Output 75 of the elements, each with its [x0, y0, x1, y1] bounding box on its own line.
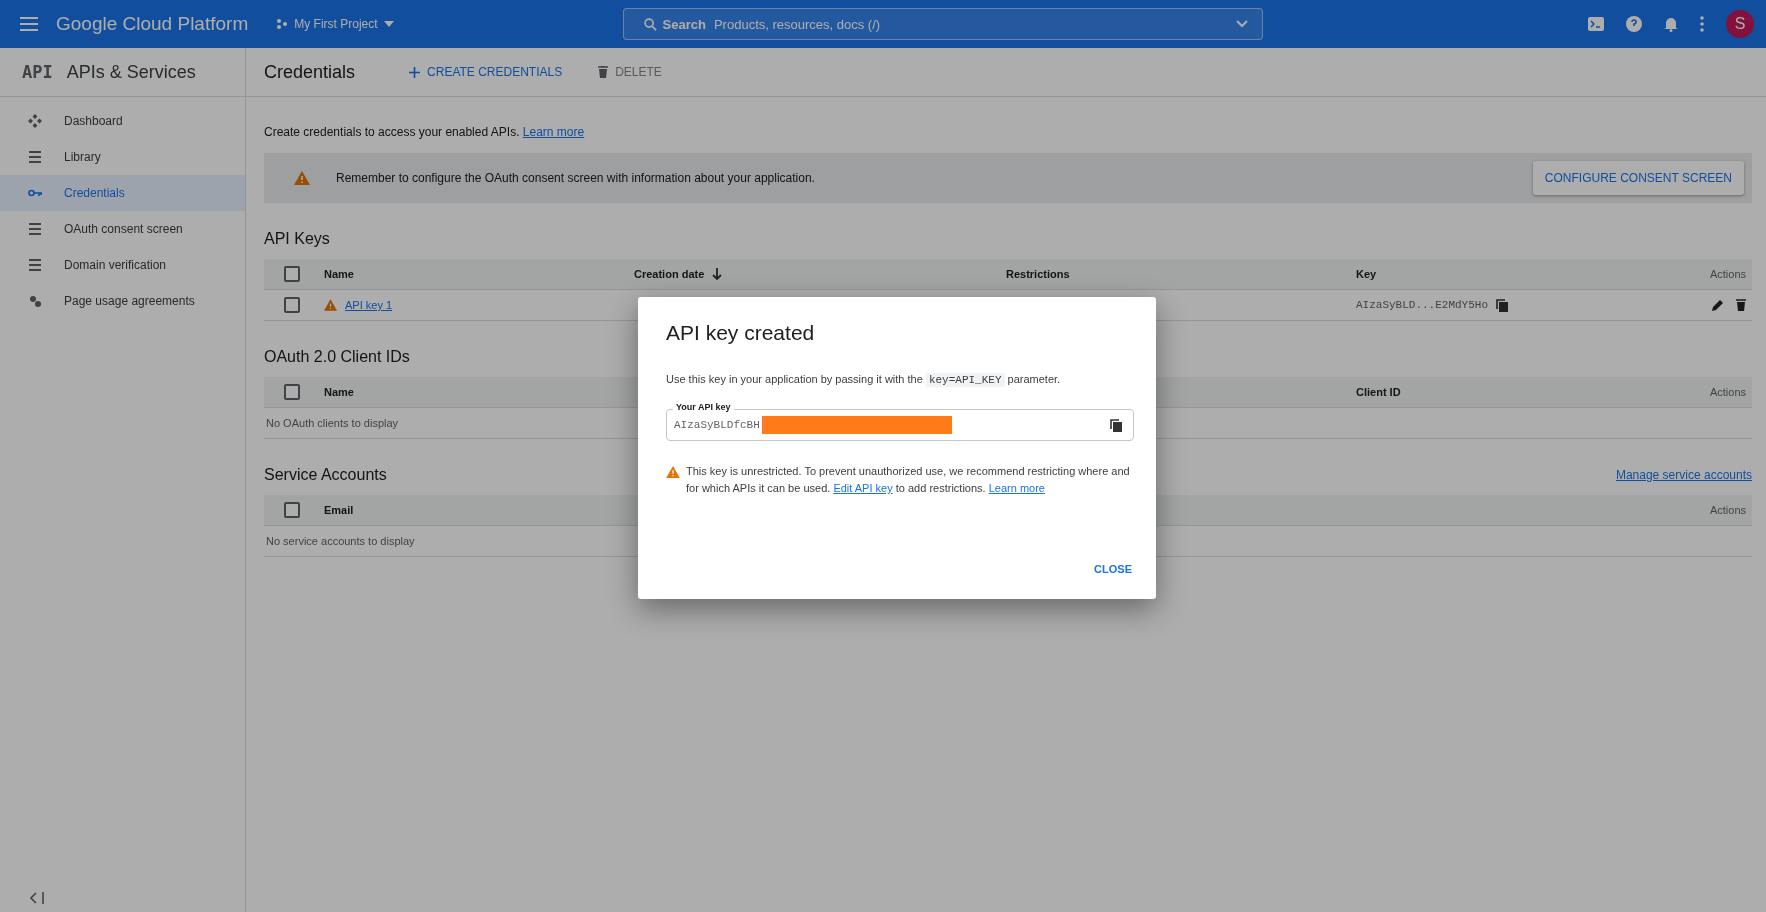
column-header[interactable]: Restrictions	[1006, 268, 1070, 280]
menu-icon[interactable]	[20, 17, 38, 31]
product-name[interactable]: Google Cloud Platform	[56, 13, 249, 35]
create-credentials-button[interactable]: CREATE CREDENTIALS	[405, 61, 567, 83]
warning-icon	[666, 466, 680, 479]
field-value: AIzaSyBLDfcBH	[674, 419, 760, 432]
manage-accounts-link[interactable]: Manage service accounts	[1615, 468, 1752, 482]
column-header[interactable]: Email	[324, 504, 354, 516]
close-button[interactable]: CLOSE	[1092, 557, 1134, 581]
checkbox[interactable]	[284, 297, 300, 313]
copy-icon[interactable]	[1110, 418, 1122, 432]
chevron-icon[interactable]	[1235, 20, 1248, 28]
sidebar-item[interactable]: Credentials	[0, 175, 245, 211]
sidebar-item[interactable]: Domain verification	[0, 247, 245, 283]
search-icon	[643, 17, 657, 31]
checkbox[interactable]	[284, 266, 300, 282]
configure-consent-button[interactable]: CONFIGURE CONSENT SCREEN	[1532, 161, 1744, 195]
checkbox[interactable]	[284, 384, 300, 400]
sidebar-item[interactable]: Library	[0, 139, 245, 175]
help-icon[interactable]	[1626, 16, 1642, 32]
dialog-text: Use this key in your application by passing it with the key=API_KEY parameter.	[666, 372, 1062, 389]
sidebar-item[interactable]: Dashboard	[0, 103, 245, 139]
collapse-icon[interactable]	[30, 892, 44, 904]
page-title: Credentials	[264, 61, 356, 83]
diamond-icon	[28, 114, 42, 128]
dialog-title: API key created	[666, 321, 816, 345]
search-label: Search	[662, 16, 706, 32]
sidebar-item[interactable]: OAuth consent screen	[0, 211, 245, 247]
column-header[interactable]: Key	[1356, 268, 1377, 280]
api-key-field[interactable]: Your API key AIzaSyBLDfcBH	[666, 401, 1134, 442]
more-icon[interactable]	[1700, 16, 1704, 32]
column-header[interactable]: Client ID	[1356, 386, 1401, 398]
sort-arrow-icon	[712, 268, 723, 280]
dialog-link[interactable]: Edit API key	[833, 482, 893, 495]
section-title: Service Accounts	[264, 466, 387, 484]
section-title: API Keys	[264, 230, 330, 248]
edit-icon[interactable]	[1712, 299, 1724, 311]
sidebar-title: APIs & Services	[66, 61, 196, 83]
column-header[interactable]: Name	[324, 386, 354, 398]
empty-message: No service accounts to display	[266, 535, 415, 547]
key-value: AIzaSyBLD...E2MdY5Ho	[1356, 299, 1489, 311]
delete-button[interactable]: DELETE	[594, 61, 666, 83]
dots-icon	[28, 294, 42, 308]
list-icon	[28, 258, 42, 272]
warning-icon	[294, 171, 310, 185]
field-label: Your API key	[673, 402, 734, 413]
project-selector[interactable]: My First Project	[270, 16, 400, 32]
section-title: OAuth 2.0 Client IDs	[264, 348, 410, 366]
column-header[interactable]: Actions	[1709, 386, 1746, 398]
banner-text: Remember to configure the OAuth consent screen with information about your application.	[336, 171, 816, 185]
learn-more-link[interactable]: Learn more	[522, 125, 585, 139]
intro-text: Create credentials to access your enabled APIs. Learn more	[264, 125, 586, 139]
copy-icon[interactable]	[1496, 298, 1509, 312]
api-logo: API	[22, 62, 53, 82]
column-header[interactable]: Name	[324, 268, 354, 280]
key-name-link[interactable]: API key 1	[345, 299, 393, 311]
trash-icon	[598, 66, 609, 78]
dialog-link[interactable]: Learn more	[988, 482, 1045, 495]
list-icon	[28, 150, 42, 164]
delete-icon[interactable]	[1736, 299, 1746, 311]
terminal-icon[interactable]	[1588, 17, 1604, 31]
plus-icon	[409, 66, 421, 78]
search-input[interactable]: Products, resources, docs (/)	[711, 15, 1230, 33]
column-header[interactable]: Creation date	[634, 268, 723, 280]
column-header[interactable]: Actions	[1709, 504, 1746, 516]
caret-icon	[383, 21, 394, 27]
checkbox[interactable]	[284, 502, 300, 518]
column-header[interactable]: Actions	[1709, 268, 1746, 280]
empty-message: No OAuth clients to display	[266, 417, 399, 429]
warning-text: This key is unrestricted. To prevent unauthorized use, we recommend restricting where and for which APIs it can be used. Edit API key to add restrictions. Learn more	[686, 464, 1131, 497]
avatar[interactable]: S	[1726, 10, 1754, 38]
bell-icon[interactable]	[1664, 16, 1678, 32]
dots-icon	[276, 18, 289, 30]
list-icon	[28, 222, 42, 236]
sidebar-item[interactable]: Page usage agreements	[0, 283, 245, 319]
